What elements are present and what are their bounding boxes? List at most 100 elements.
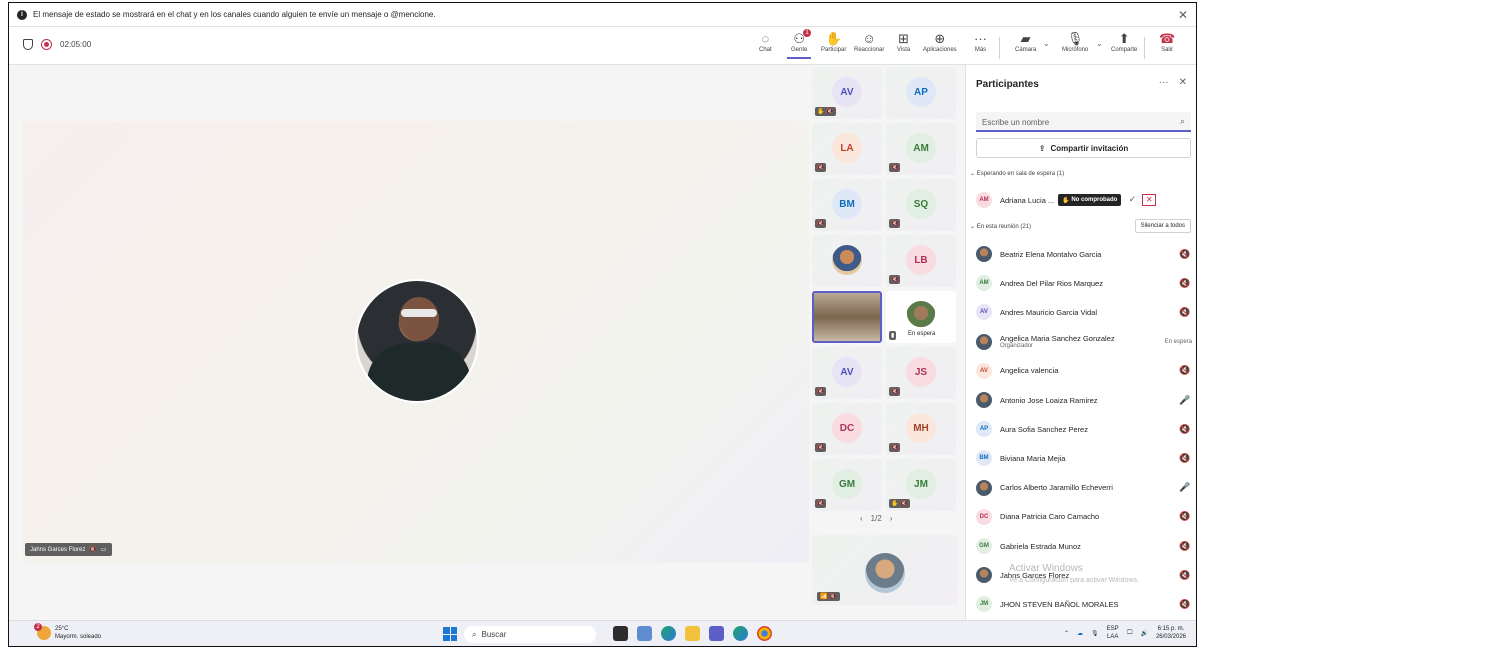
page-indicator: 1/2	[870, 514, 882, 523]
taskbar-search[interactable]: ⌕ Buscar	[464, 626, 596, 643]
panel-close-button[interactable]: ✕	[1179, 77, 1187, 88]
view-label: Vista	[897, 47, 911, 53]
share-icon: ⇪	[1038, 143, 1046, 153]
search-placeholder: Escribe un nombre	[982, 118, 1050, 127]
share-label: Comparte	[1111, 47, 1138, 53]
participant-tile[interactable]: JS 🔇	[886, 347, 956, 399]
next-page-button[interactable]: ›	[890, 514, 893, 523]
tile-status-icons: 🔇	[815, 163, 827, 172]
participant-tile[interactable]: AM 🔇	[886, 123, 956, 175]
start-button[interactable]	[443, 627, 457, 641]
close-notification-button[interactable]: ✕	[1178, 8, 1188, 22]
weather-widget[interactable]: 2 25°C Mayorm. soleado	[34, 623, 101, 641]
participant-tile[interactable]: GM 🔇	[812, 459, 882, 511]
share-invite-button[interactable]: ⇪ Compartir invitación	[976, 138, 1191, 158]
avatar: LA	[832, 133, 862, 163]
mic-tray-icon[interactable]: 🎙	[1091, 630, 1099, 637]
view-button[interactable]: ⊞ Vista	[897, 31, 910, 53]
participant-row[interactable]: Jahns Garces Florez 🔇	[976, 564, 1192, 586]
lobby-row[interactable]: AM Adriana Lucia ... ✋ No comprobado ✓ ✕	[976, 189, 1192, 211]
participant-tile[interactable]: AV ✋ 🔇	[812, 67, 882, 119]
tile-status-icons: 🔇	[815, 443, 827, 452]
participant-row[interactable]: AP Aura Sofia Sanchez Perez 🔇	[976, 418, 1192, 440]
meeting-header-label: En esta reunión (21)	[976, 224, 1032, 230]
participant-tile[interactable]: AV 🔇	[812, 347, 882, 399]
onedrive-icon[interactable]: ☁	[1077, 630, 1083, 637]
participant-tile[interactable]: SQ 🔇	[886, 179, 956, 231]
add-app-icon: ⊕	[934, 31, 946, 46]
language-indicator[interactable]: ESP LAA	[1107, 625, 1119, 641]
chevron-down-icon: ⌄	[970, 171, 976, 177]
raise-hand-button[interactable]: ✋ Participar	[821, 31, 846, 53]
clock[interactable]: 6:15 p. m. 26/03/2026	[1156, 625, 1186, 641]
participant-row[interactable]: AV Andres Mauricio Garcia Vidal 🔇	[976, 301, 1192, 323]
volume-icon[interactable]: 🔊	[1140, 630, 1147, 637]
participant-tile[interactable]	[812, 235, 882, 287]
apps-button[interactable]: ⊕ Aplicaciones	[923, 31, 957, 53]
prev-page-button[interactable]: ‹	[860, 514, 863, 523]
task-view-icon[interactable]	[613, 626, 628, 641]
recording-icon[interactable]	[41, 39, 52, 50]
mic-options-chevron-icon[interactable]: ⌄	[1096, 39, 1103, 48]
share-button[interactable]: ⬆ Comparte	[1111, 31, 1137, 53]
participant-row[interactable]: DC Diana Patricia Caro Camacho 🔇	[976, 506, 1192, 528]
participant-tile[interactable]: DC 🔇	[812, 403, 882, 455]
lobby-section-header[interactable]: ⌄ Esperando en sala de espera (1)	[970, 170, 1064, 177]
chat-label: Chat	[759, 47, 772, 53]
more-button[interactable]: ··· Más	[974, 31, 987, 53]
search-icon: ⌕	[472, 629, 477, 639]
teams-window: i El mensaje de estado se mostrará en el…	[8, 2, 1197, 647]
tile-status-icons: 📶 🔇	[817, 592, 840, 601]
participant-search-input[interactable]: Escribe un nombre ⌕	[976, 112, 1191, 132]
avatar: JM	[976, 596, 992, 613]
chat-button[interactable]: ◌ Chat	[759, 31, 772, 53]
mic-off-icon: 🔇	[1179, 598, 1191, 609]
participant-name-block: Angelica valencia	[1000, 366, 1178, 375]
participant-tile[interactable]: LB 🔇	[886, 235, 956, 287]
network-icon[interactable]: 🖵	[1127, 630, 1133, 637]
shield-icon[interactable]	[23, 39, 33, 50]
avatar: AV	[976, 362, 992, 379]
waiting-tile[interactable]: ▮ En espera	[886, 291, 956, 343]
react-button[interactable]: ☺ Reaccionar	[854, 31, 884, 53]
participant-row[interactable]: Angelica Maria Sanchez Gonzalez Organizad…	[976, 331, 1192, 353]
mute-all-button[interactable]: Silenciar a todos	[1134, 219, 1191, 233]
language-label: ESP	[1106, 626, 1119, 632]
participant-tile[interactable]: BM 🔇	[812, 179, 882, 231]
participant-row[interactable]: Carlos Alberto Jaramillo Echeverri 🎤	[976, 477, 1192, 499]
active-video-tile[interactable]	[812, 291, 882, 343]
camera-button[interactable]: ▰ Cámara	[1015, 31, 1036, 53]
participant-tile[interactable]: MH 🔇	[886, 403, 956, 455]
participant-tile[interactable]: LA 🔇	[812, 123, 882, 175]
self-video-tile[interactable]: 📶 🔇	[812, 535, 958, 605]
participant-tile[interactable]: JM ✋ 🔇	[886, 459, 956, 511]
tile-status-icons: 🔇	[815, 219, 827, 228]
participant-row[interactable]: AM Andrea Del Pilar Rios Marquez 🔇	[976, 272, 1192, 294]
mic-button[interactable]: 🎙 Micrófono	[1062, 31, 1088, 53]
main-video-stage[interactable]	[23, 121, 809, 563]
participant-row[interactable]: GM Gabriela Estrada Munoz 🔇	[976, 535, 1192, 557]
meeting-section-header[interactable]: ⌄ En esta reunión (21)	[970, 223, 1031, 230]
panel-more-button[interactable]: ···	[1159, 77, 1169, 88]
leave-button[interactable]: ☎ Salir	[1159, 31, 1175, 53]
teams-icon[interactable]	[709, 626, 724, 641]
participant-row[interactable]: AV Angelica valencia 🔇	[976, 360, 1192, 382]
deny-x-icon[interactable]: ✕	[1142, 194, 1157, 206]
people-button[interactable]: ⚇ 1 Gente	[786, 29, 812, 59]
camera-options-chevron-icon[interactable]: ⌄	[1043, 39, 1050, 48]
chevron-up-icon[interactable]: ⌃	[1064, 630, 1069, 637]
file-explorer-icon[interactable]	[685, 626, 700, 641]
tile-status-icons: 🔇	[889, 443, 901, 452]
participant-row[interactable]: Beatriz Elena Montalvo Garcia 🔇	[976, 243, 1192, 265]
admit-check-icon[interactable]: ✓	[1125, 194, 1139, 206]
edge-dev-icon[interactable]	[733, 626, 748, 641]
participant-row[interactable]: BM Biviana Maria Mejia 🔇	[976, 447, 1192, 469]
mic-off-icon: 🔇	[1179, 423, 1191, 434]
participant-tile[interactable]: AP	[886, 67, 956, 119]
widget-app-icon[interactable]	[637, 626, 652, 641]
edge-icon[interactable]	[661, 626, 676, 641]
mic-off-icon: 🔇	[1179, 452, 1191, 463]
chrome-icon[interactable]	[757, 626, 772, 641]
participant-row[interactable]: Antonio Jose Loaiza Ramirez 🎤	[976, 389, 1192, 411]
participant-row[interactable]: JM JHON STEVEN BAÑOL MORALES 🔇	[976, 593, 1192, 615]
